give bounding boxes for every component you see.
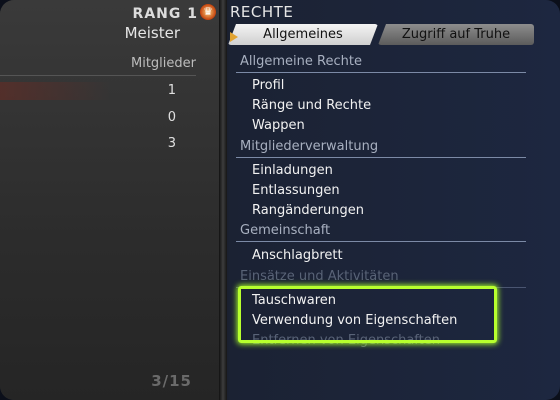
section-divider: [236, 241, 526, 242]
permission-item[interactable]: Wappen: [252, 118, 305, 133]
panel-title: RECHTE: [230, 3, 294, 21]
permission-item[interactable]: Entlassungen: [252, 183, 340, 198]
permission-item[interactable]: Ränge und Rechte: [252, 98, 371, 113]
permission-item[interactable]: Einladungen: [252, 163, 333, 178]
selected-row-highlight: [0, 82, 110, 100]
permission-item[interactable]: Rangänderungen: [252, 203, 364, 218]
permission-item[interactable]: Anschlagbrett: [252, 248, 343, 263]
focus-highlight-box: [238, 286, 497, 343]
column-divider: [0, 75, 196, 76]
rank-crest-icon: ♛: [200, 4, 216, 20]
members-panel: RANG 1 ♛ Meister Mitglieder 1 0 3 3/15: [0, 0, 220, 400]
section-header: Mitgliederverwaltung: [240, 139, 379, 154]
game-window: RANG 1 ♛ Meister Mitglieder 1 0 3 3/15 R…: [0, 0, 560, 400]
members-column-header: Mitglieder: [131, 56, 196, 71]
rank-label: RANG 1: [132, 6, 198, 22]
section-divider: [236, 72, 526, 73]
section-divider: [236, 157, 526, 158]
tab-allgemeines[interactable]: Allgemeines: [228, 24, 378, 45]
member-count[interactable]: 0: [168, 110, 176, 125]
section-header: Gemeinschaft: [240, 223, 331, 238]
page-indicator: 3/15: [151, 372, 192, 390]
panel-divider: [219, 0, 227, 400]
member-count[interactable]: 1: [168, 83, 176, 98]
section-header: Einsätze und Aktivitäten: [240, 269, 399, 284]
permission-item[interactable]: Profil: [252, 78, 284, 93]
tab-zugriff-auf-truhe[interactable]: Zugriff auf Truhe: [378, 24, 534, 45]
rank-title: Meister: [124, 24, 180, 42]
section-header: Allgemeine Rechte: [240, 54, 362, 69]
member-count[interactable]: 3: [168, 136, 176, 151]
